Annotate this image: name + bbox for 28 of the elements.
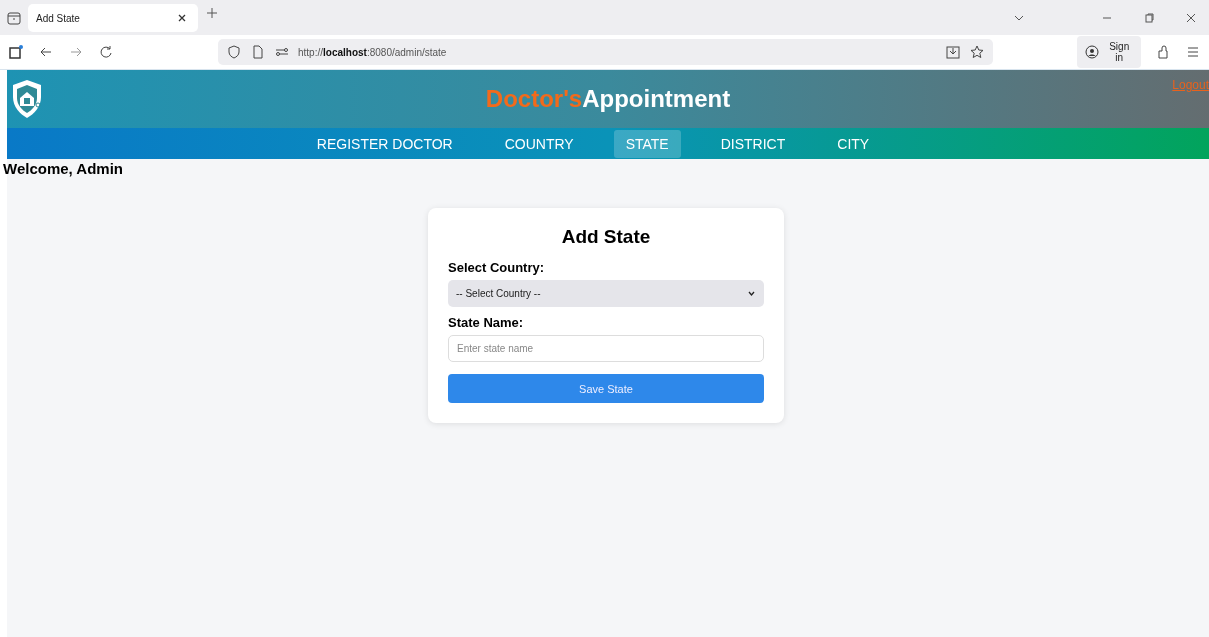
chevron-down-icon xyxy=(747,289,756,298)
site-title: Appointment xyxy=(582,85,731,112)
account-icon xyxy=(1084,44,1101,60)
extensions-icon[interactable] xyxy=(1155,44,1171,60)
tab-list-icon[interactable] xyxy=(6,9,22,26)
sign-in-button[interactable]: Sign in xyxy=(1077,36,1141,68)
state-name-input[interactable]: Enter state name xyxy=(448,335,764,362)
reload-icon[interactable] xyxy=(98,44,114,60)
address-bar[interactable]: http://localhost:8080/admin/state xyxy=(218,39,994,65)
welcome-text: Welcome, Admin xyxy=(3,160,125,177)
save-state-button[interactable]: Save State xyxy=(448,374,764,403)
page-icon xyxy=(250,44,266,60)
field-label: Select Country: xyxy=(448,260,546,275)
menu-icon[interactable] xyxy=(1185,44,1201,60)
site-title-accent: Doctor's xyxy=(485,85,583,112)
nav-link[interactable]: CITY xyxy=(825,129,882,158)
country-select[interactable]: -- Select Country -- xyxy=(448,280,764,307)
browser-tab[interactable]: Add State xyxy=(28,4,198,32)
nav-link[interactable]: COUNTRY xyxy=(492,129,586,158)
sidebar-icon[interactable] xyxy=(8,44,24,60)
shield-icon xyxy=(226,44,242,60)
nav-link[interactable]: REGISTER DOCTOR xyxy=(304,129,465,158)
field-label: State Name: xyxy=(448,315,525,330)
star-icon[interactable] xyxy=(969,44,986,60)
nav-link[interactable]: STATE xyxy=(613,129,681,158)
nav-link[interactable]: DISTRICT xyxy=(708,129,798,158)
form-title: Add State xyxy=(560,226,652,248)
download-icon[interactable] xyxy=(945,44,962,60)
